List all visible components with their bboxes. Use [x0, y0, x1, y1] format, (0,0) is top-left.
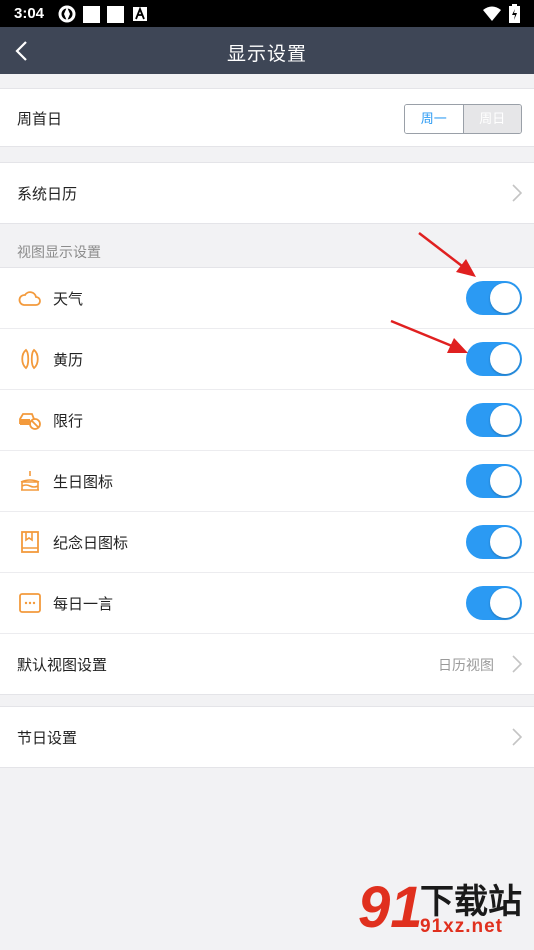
traffic-restriction-icon	[19, 413, 41, 430]
view-section-header: 视图显示设置	[17, 244, 101, 260]
notification-icon	[83, 6, 100, 23]
almanac-toggle[interactable]	[466, 342, 522, 376]
view-row-traffic: 限行	[0, 390, 534, 451]
wifi-icon	[483, 6, 501, 21]
a-icon	[133, 7, 147, 21]
status-bar: 3:04	[0, 0, 534, 27]
week-start-sunday-option[interactable]: 周日	[463, 105, 521, 133]
week-start-segmented-control: 周一 周日	[404, 104, 522, 134]
default-view-label: 默认视图设置	[17, 657, 108, 674]
view-row-label: 天气	[53, 291, 84, 308]
chevron-right-icon	[512, 655, 522, 673]
book-icon	[21, 531, 39, 553]
view-row-birthday: 生日图标	[0, 451, 534, 512]
cloud-icon	[18, 291, 41, 306]
toggle-knob	[490, 344, 520, 374]
view-row-label: 每日一言	[53, 596, 114, 613]
chevron-right-icon	[512, 184, 522, 202]
holiday-settings-row[interactable]: 节日设置	[0, 707, 534, 767]
traffic-restriction-toggle[interactable]	[466, 403, 522, 437]
watermark-url: 91xz.net	[420, 916, 503, 937]
weather-toggle[interactable]	[466, 281, 522, 315]
week-start-label: 周首日	[17, 111, 63, 128]
view-row-label: 纪念日图标	[53, 535, 129, 552]
toggle-knob	[490, 283, 520, 313]
system-calendar-row[interactable]: 系统日历	[0, 163, 534, 223]
page-title: 显示设置	[226, 44, 307, 65]
nav-bar: 显示设置	[0, 27, 534, 74]
watermark: 91 下载站 91xz.net	[358, 874, 530, 944]
view-row-label: 生日图标	[53, 474, 114, 491]
chevron-right-icon	[512, 728, 522, 746]
almanac-icon	[21, 348, 39, 370]
notification-icon	[107, 6, 124, 23]
view-row-almanac: 黄历	[0, 329, 534, 390]
toggle-knob	[490, 527, 520, 557]
birthday-icon-toggle[interactable]	[466, 464, 522, 498]
battery-icon	[509, 4, 520, 23]
view-row-weather: 天气	[0, 268, 534, 329]
daily-quote-toggle[interactable]	[466, 586, 522, 620]
week-start-group: 周首日 周一 周日	[0, 88, 534, 147]
view-row-anniversary: 纪念日图标	[0, 512, 534, 573]
default-view-row[interactable]: 默认视图设置 日历视图	[0, 634, 534, 694]
watermark-logo: 91	[358, 875, 423, 940]
quote-icon	[19, 593, 41, 613]
view-row-label: 黄历	[53, 352, 84, 369]
sync-icon	[58, 5, 76, 23]
anniversary-icon-toggle[interactable]	[466, 525, 522, 559]
holiday-settings-label: 节日设置	[17, 730, 78, 747]
view-row-label: 限行	[53, 413, 84, 430]
holiday-group: 节日设置	[0, 706, 534, 768]
week-start-monday-option[interactable]: 周一	[405, 105, 464, 133]
toggle-knob	[490, 466, 520, 496]
toggle-knob	[490, 588, 520, 618]
view-row-daily-quote: 每日一言	[0, 573, 534, 634]
cake-icon	[20, 471, 40, 491]
system-calendar-group: 系统日历	[0, 162, 534, 224]
default-view-value: 日历视图	[438, 657, 494, 673]
system-calendar-label: 系统日历	[17, 186, 78, 203]
week-start-row: 周首日 周一 周日	[0, 89, 534, 146]
view-settings-group: 天气 黄历 限行 生日图标 纪念日图标 每日一言 默认视图设置 日历视图	[0, 267, 534, 695]
status-time: 3:04	[14, 5, 45, 22]
toggle-knob	[490, 405, 520, 435]
